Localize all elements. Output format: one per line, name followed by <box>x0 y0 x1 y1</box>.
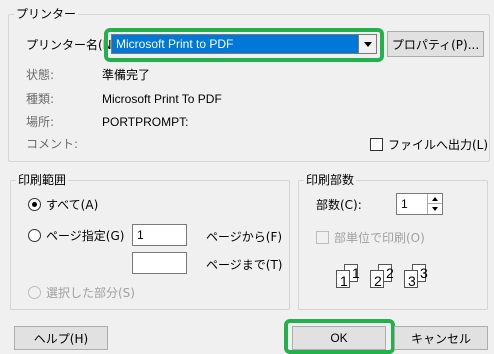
collate-page-number: 3 <box>408 273 416 289</box>
comment-label: コメント: <box>26 137 79 151</box>
status-value: 準備完了 <box>102 68 151 82</box>
cancel-button[interactable]: キャンセル <box>394 326 488 350</box>
copies-count-value: 1 <box>401 197 408 211</box>
print-to-file-label[interactable]: ファイルへ出力(L) <box>388 138 488 152</box>
location-label: 場所: <box>26 115 55 129</box>
collate-page-number: 3 <box>420 265 428 281</box>
spin-down-icon[interactable] <box>428 204 442 214</box>
print-range-group-label: 印刷範囲 <box>16 173 69 187</box>
type-value: Microsoft Print To PDF <box>102 92 222 106</box>
page-to-label: ページまで(T) <box>206 258 283 272</box>
range-selection-radio[interactable] <box>28 286 41 299</box>
properties-button[interactable]: プロパティ(P)... <box>387 31 484 57</box>
collate-page-number: 1 <box>340 273 348 289</box>
spin-up-icon[interactable] <box>428 194 442 204</box>
copies-count-input[interactable]: 1 <box>396 193 443 215</box>
help-button[interactable]: ヘルプ(H) <box>14 326 108 350</box>
range-all-label[interactable]: すべて(A) <box>46 198 98 212</box>
printer-highlight-box <box>104 28 384 62</box>
printer-group-label: プリンター <box>14 7 79 21</box>
copies-count-label: 部数(C): <box>316 198 362 212</box>
location-value: PORTPROMPT: <box>102 115 189 129</box>
range-selection-label[interactable]: 選択した部分(S) <box>46 286 135 300</box>
collate-checkbox[interactable] <box>316 231 329 244</box>
range-all-radio[interactable] <box>28 198 41 211</box>
collate-page-number: 2 <box>386 265 394 281</box>
status-label: 状態: <box>26 68 55 82</box>
ok-highlight-box <box>284 319 395 354</box>
type-label: 種類: <box>26 92 55 106</box>
range-pages-label[interactable]: ページ指定(G) <box>46 229 124 243</box>
page-from-input[interactable]: 1 <box>132 224 187 246</box>
collate-page-number: 2 <box>374 273 382 289</box>
page-from-label: ページから(F) <box>206 230 283 244</box>
collate-label[interactable]: 部単位で印刷(O) <box>334 231 425 245</box>
print-to-file-checkbox[interactable] <box>370 138 383 151</box>
copies-group-label: 印刷部数 <box>304 173 357 187</box>
page-to-input[interactable] <box>132 252 187 274</box>
range-pages-radio[interactable] <box>28 229 41 242</box>
collate-page-number: 1 <box>352 265 360 281</box>
copies-spinner[interactable] <box>427 194 442 214</box>
